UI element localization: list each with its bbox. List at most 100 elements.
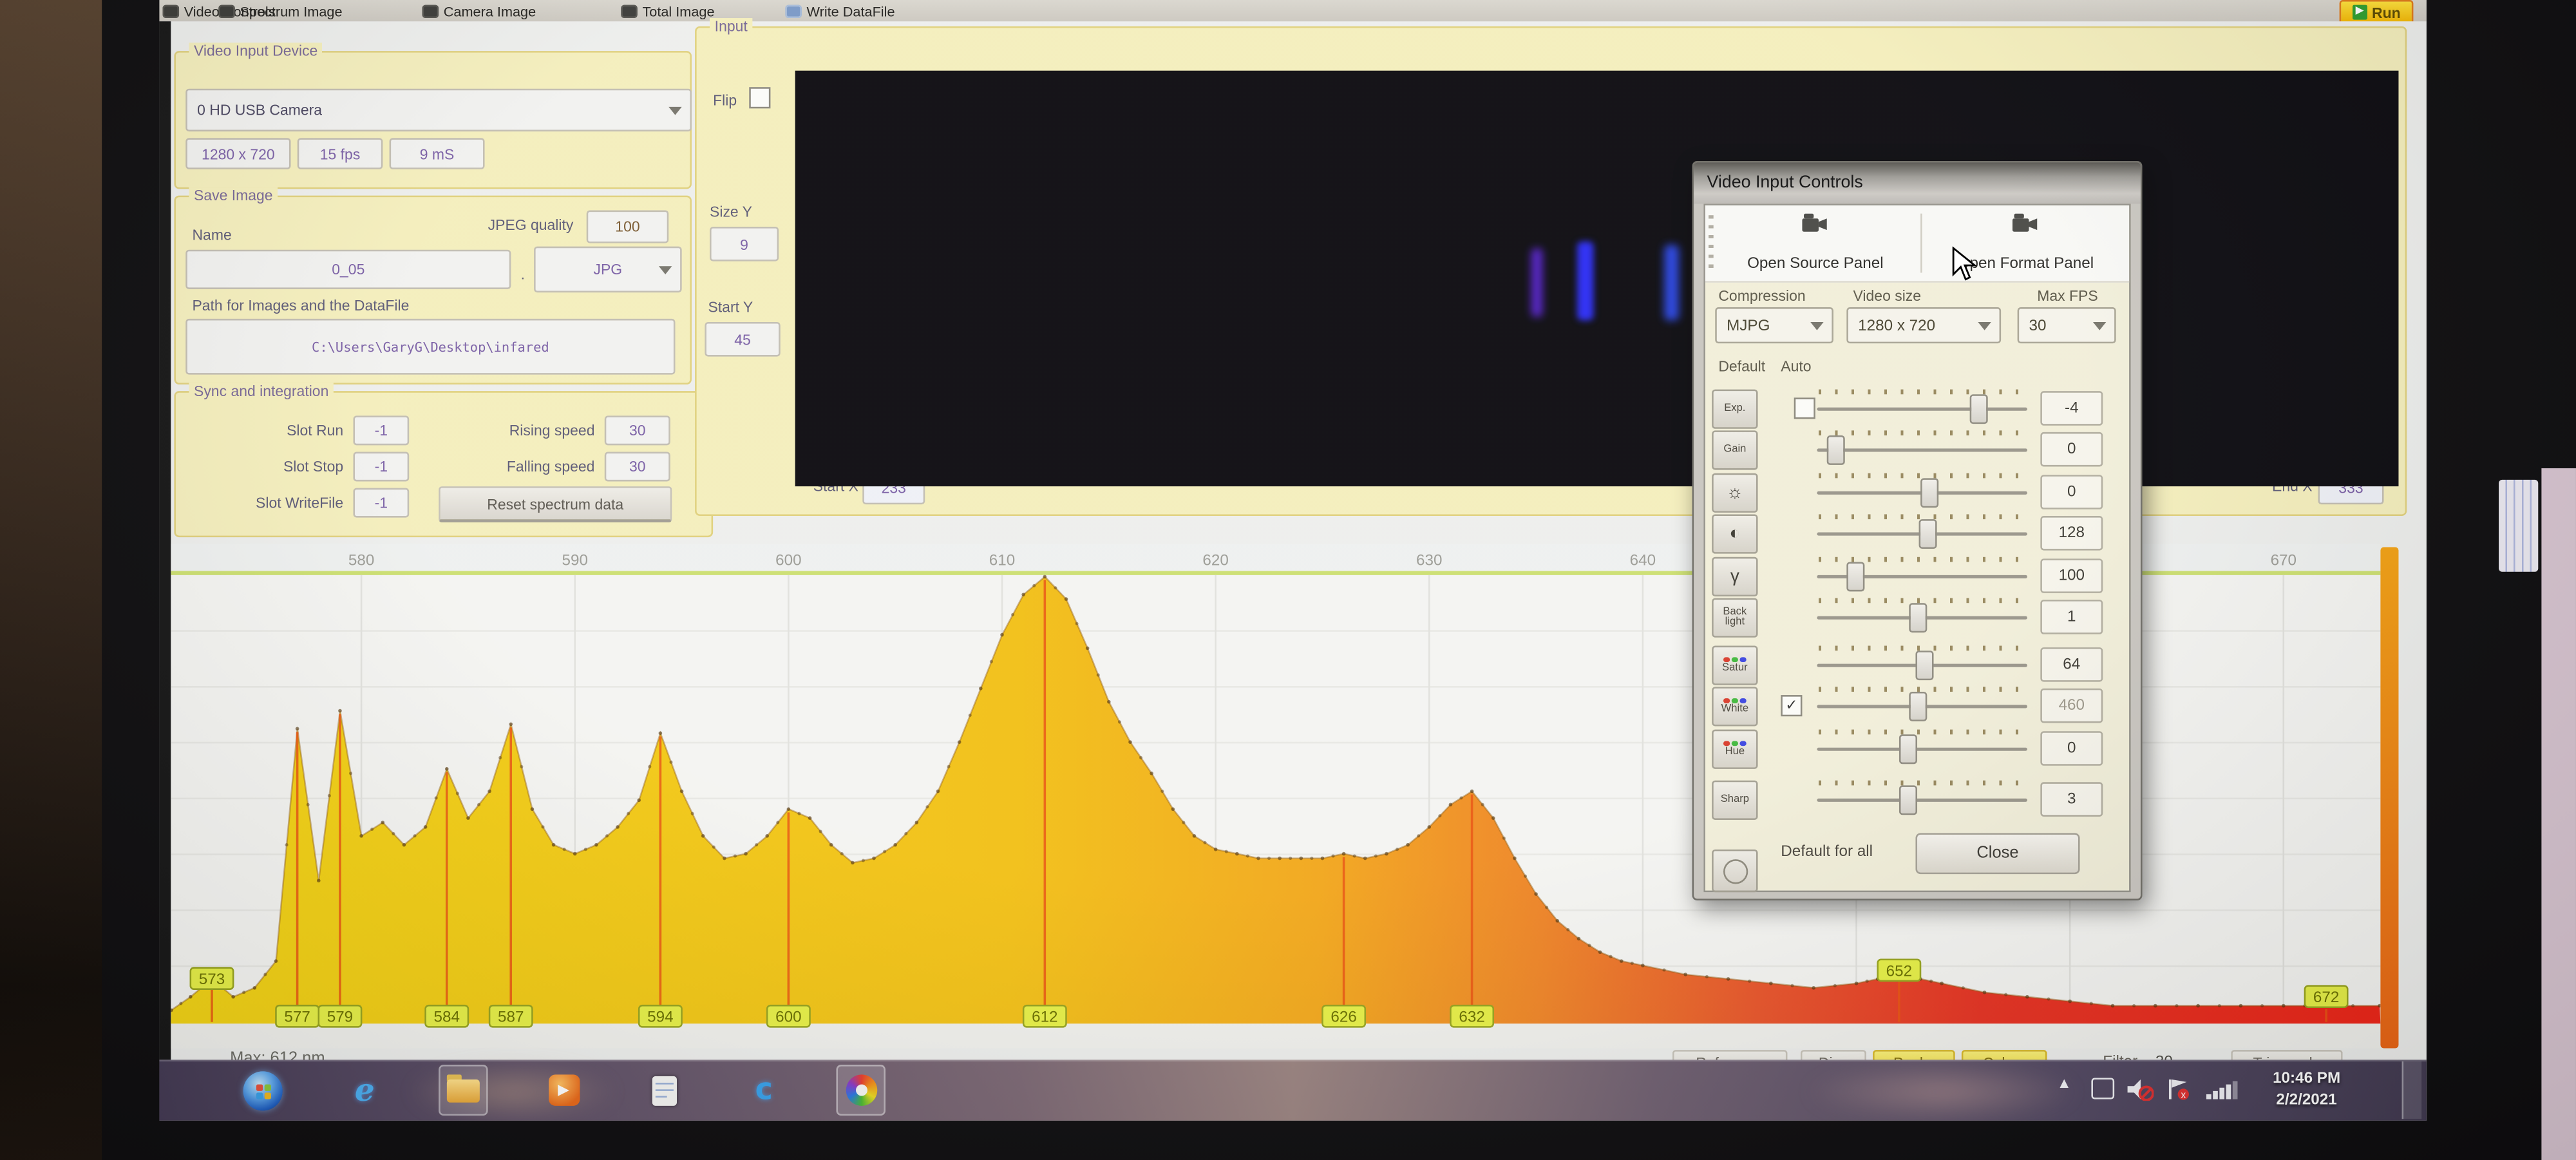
peak-label[interactable]: 577 (276, 1005, 318, 1027)
brightness-button[interactable]: ☼ (1712, 473, 1757, 513)
saturation-button-label: Satur (1722, 664, 1748, 675)
taskbar-clock[interactable]: 10:46 PM 2/2/2021 (2264, 1068, 2349, 1110)
signal-bar (2219, 1088, 2223, 1099)
white-balance-checkbox[interactable]: ✓ (1781, 695, 1802, 716)
data-point (1075, 622, 1079, 625)
falling-speed-field[interactable]: 30 (605, 452, 670, 482)
toolbar-item-spectrum-image[interactable]: Spectrum Image (218, 0, 342, 21)
peak-label[interactable]: 612 (1023, 1005, 1066, 1027)
saturation-button[interactable]: Satur (1712, 646, 1757, 685)
gain-value[interactable]: 0 (2040, 432, 2103, 467)
browser-icon-slot[interactable]: c (739, 1065, 789, 1116)
ie-icon-slot[interactable]: e (340, 1065, 390, 1116)
sharpness-value[interactable]: 3 (2040, 782, 2103, 817)
open-source-panel-button[interactable]: Open Source Panel (1715, 209, 1915, 278)
slot-stop-field[interactable]: -1 (353, 452, 409, 482)
rising-speed-field[interactable]: 30 (605, 415, 670, 445)
saturation-value[interactable]: 64 (2040, 647, 2103, 682)
reset-spectrum-button[interactable]: Reset spectrum data (439, 486, 672, 522)
exposure-button[interactable]: Exp. (1712, 390, 1757, 429)
hue-slider-thumb[interactable] (1899, 734, 1917, 764)
flip-checkbox[interactable] (749, 87, 770, 108)
size-y-field[interactable]: 9 (710, 227, 779, 261)
toolbar-item-total-image[interactable]: Total Image (621, 0, 714, 21)
gamma-button[interactable]: γ (1712, 557, 1757, 596)
white-balance-value[interactable]: 460 (2040, 689, 2103, 723)
exposure-slider-track[interactable] (1817, 408, 2027, 411)
saturation-slider-thumb[interactable] (1915, 651, 1933, 680)
gamma-slider-thumb[interactable] (1846, 562, 1864, 591)
start-y-field[interactable]: 45 (705, 322, 780, 357)
backlight-ticks (1819, 598, 2025, 604)
show-desktop-button[interactable] (2402, 1061, 2422, 1119)
white-balance-slider-thumb[interactable] (1909, 692, 1927, 721)
spectrum-image-label: Spectrum Image (240, 3, 342, 19)
compression-select[interactable]: MJPG (1715, 307, 1833, 343)
tray-window-icon[interactable] (2091, 1078, 2114, 1099)
exposure-slider-thumb[interactable] (1969, 394, 1987, 424)
action-center-flag-icon[interactable]: x (2167, 1078, 2188, 1099)
slot-run-field[interactable]: -1 (353, 415, 409, 445)
document-icon-slot[interactable] (639, 1065, 688, 1116)
contrast-value[interactable]: 128 (2040, 516, 2103, 551)
hue-button[interactable]: Hue (1712, 730, 1757, 769)
jpeg-quality-field[interactable]: 100 (587, 211, 669, 243)
spectrum-image-icon (218, 4, 235, 17)
network-signal-icon[interactable] (2206, 1081, 2237, 1099)
toolbar-item-write-datafile[interactable]: Write DataFile (785, 0, 895, 21)
gain-slider-thumb[interactable] (1827, 435, 1845, 465)
data-point (862, 859, 865, 862)
folder-icon-slot[interactable] (439, 1065, 488, 1116)
name-field[interactable]: 0_05 (185, 250, 511, 289)
default-for-all-button[interactable]: Default for all (1781, 843, 1873, 861)
gain-button[interactable]: Gain (1712, 430, 1757, 470)
white-balance-button[interactable]: White (1712, 687, 1757, 726)
peak-label[interactable]: 594 (639, 1005, 681, 1027)
gain-slider-track[interactable] (1817, 448, 2027, 452)
sharpness-slider-thumb[interactable] (1899, 785, 1917, 815)
backlight-value[interactable]: 1 (2040, 600, 2103, 634)
muted-speaker-icon[interactable] (2128, 1079, 2151, 1099)
hue-value[interactable]: 0 (2040, 731, 2103, 766)
backlight-slider-thumb[interactable] (1909, 603, 1927, 632)
backlight-button[interactable]: Back light (1712, 598, 1757, 638)
max-fps-select[interactable]: 30 (2018, 307, 2116, 343)
hue-slider-track[interactable] (1817, 748, 2027, 751)
contrast-slider-thumb[interactable] (1918, 519, 1937, 549)
peak-label[interactable]: 626 (1322, 1005, 1365, 1027)
sharpness-button[interactable]: Sharp (1712, 781, 1757, 820)
peak-label[interactable]: 573 (191, 968, 233, 989)
peak-label[interactable]: 632 (1450, 1005, 1493, 1027)
exposure-badge: 9 mS (390, 138, 485, 169)
peak-label[interactable]: 672 (2305, 986, 2347, 1007)
exposure-value[interactable]: -4 (2040, 391, 2103, 426)
camera-select[interactable]: 0 HD USB Camera (185, 89, 692, 131)
extension-select[interactable]: JPG (534, 247, 682, 292)
contrast-button[interactable]: ◐ (1712, 514, 1757, 553)
video-size-select[interactable]: 1280 x 720 (1846, 307, 2001, 343)
spectrometer-app-icon-slot[interactable] (836, 1065, 886, 1116)
media-player-icon-slot[interactable]: ▶ (539, 1065, 589, 1116)
slot-writefile-field[interactable]: -1 (353, 488, 409, 518)
exposure-checkbox[interactable] (1794, 397, 1815, 419)
peak-label[interactable]: 652 (1878, 960, 1920, 981)
svg-text:652: 652 (1886, 962, 1912, 980)
start-button[interactable] (243, 1071, 283, 1110)
dialog-titlebar[interactable]: Video Input Controls (1694, 163, 2141, 204)
close-button[interactable]: Close (1915, 833, 2079, 874)
peak-label[interactable]: 600 (767, 1005, 810, 1027)
peak-label[interactable]: 579 (319, 1005, 361, 1027)
data-point (1256, 857, 1260, 860)
sharpness-slider-track[interactable] (1817, 799, 2027, 802)
peak-label[interactable]: 584 (426, 1005, 468, 1027)
color-circle-button[interactable] (1712, 850, 1757, 892)
tray-expand-arrow[interactable]: ▲ (2057, 1074, 2072, 1091)
path-field[interactable]: C:\Users\GaryG\Desktop\infared (185, 319, 675, 375)
gain-button-label: Gain (1723, 445, 1746, 456)
slot-run-label: Slot Run (274, 423, 343, 439)
brightness-value[interactable]: 0 (2040, 475, 2103, 509)
toolbar-item-camera-image[interactable]: Camera Image (422, 0, 536, 21)
brightness-slider-thumb[interactable] (1920, 478, 1938, 508)
peak-label[interactable]: 587 (489, 1005, 532, 1027)
gamma-value[interactable]: 100 (2040, 558, 2103, 593)
